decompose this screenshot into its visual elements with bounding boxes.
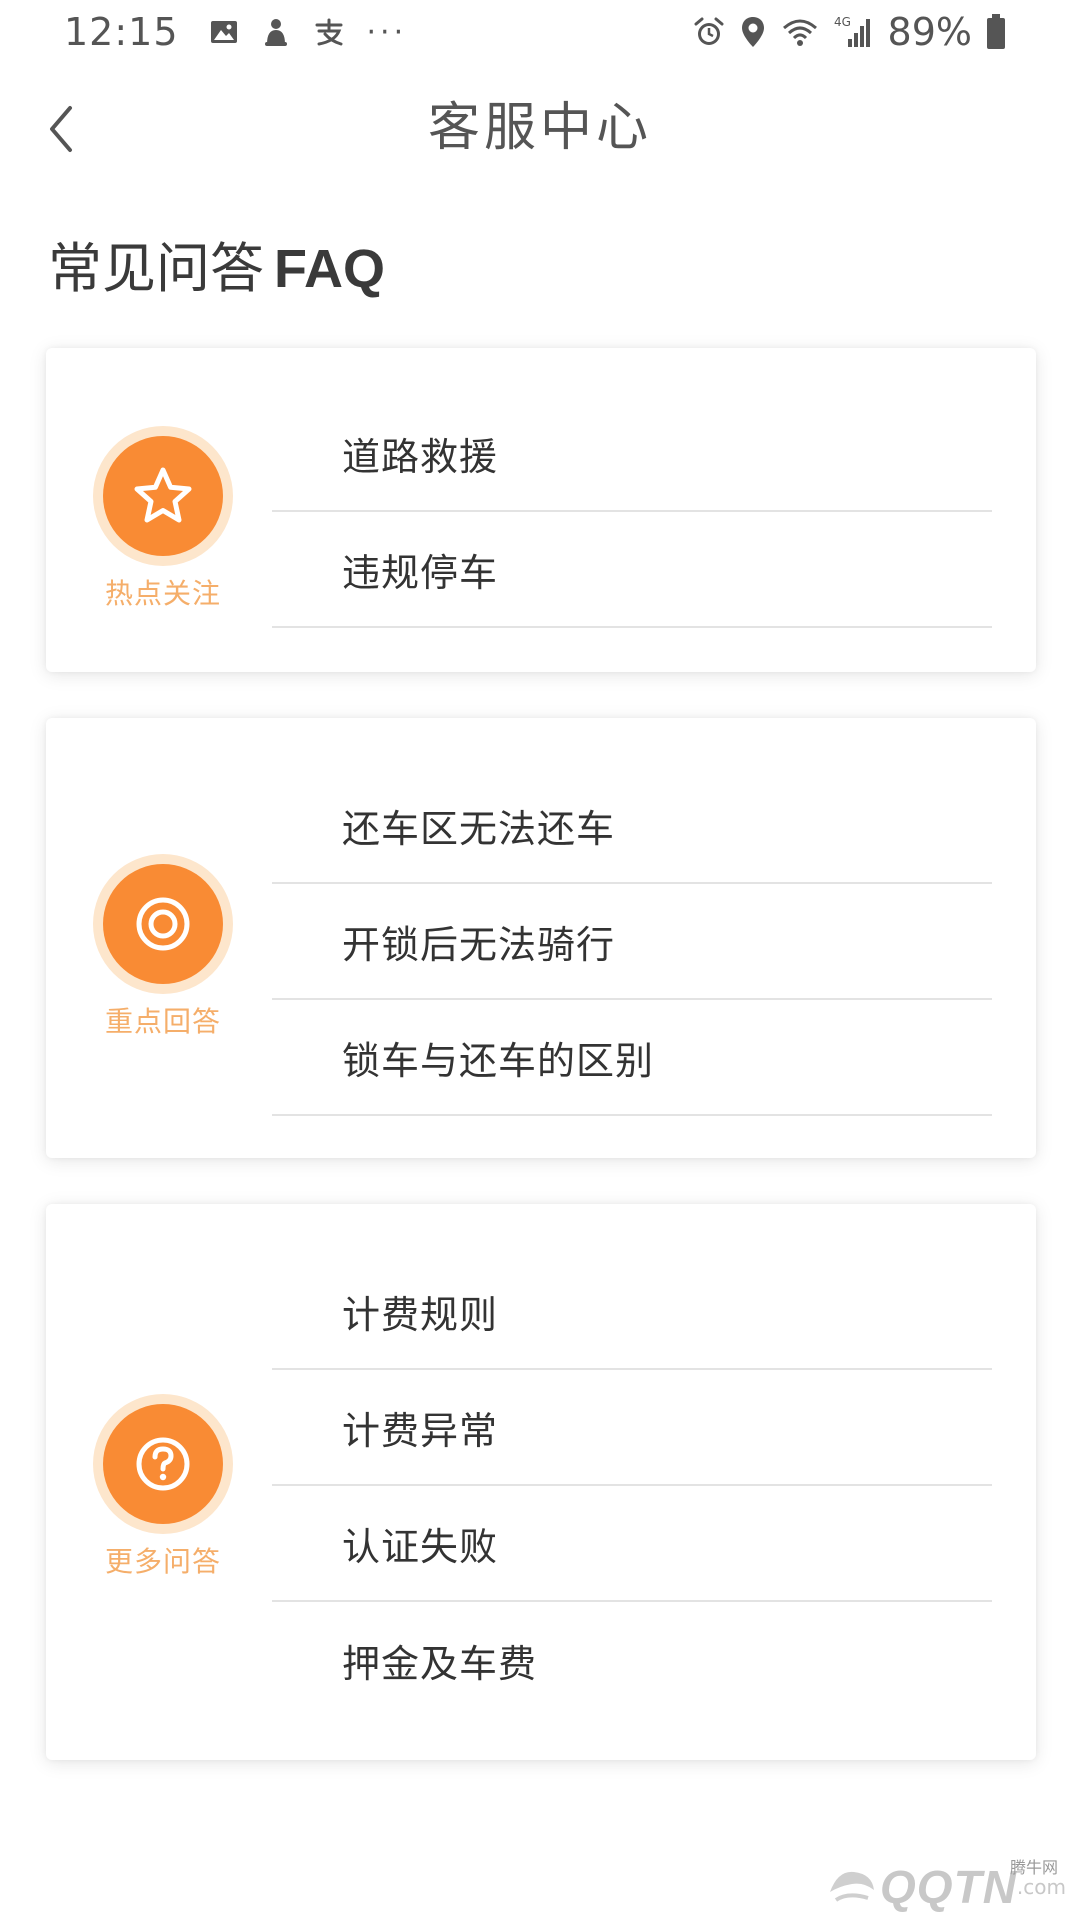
customer-service-page: 12:15 ··· 4G 89% 客服中心 常见问答 FAQ 热点关注 道路救援… [0,0,1080,1920]
battery-icon [986,14,1006,50]
alipay-icon [313,17,345,47]
faq-item-lock-vs-return[interactable]: 锁车与还车的区别 [272,1000,992,1116]
faq-item-billing-error[interactable]: 计费异常 [272,1370,992,1486]
watermark-suffix: .com [1016,1875,1066,1899]
header: 客服中心 [0,88,1080,168]
alarm-icon [692,15,726,49]
faq-item-road-rescue[interactable]: 道路救援 [272,396,992,512]
signal-4g-icon: 4G [834,15,874,49]
more-dots-icon: ··· [366,14,408,50]
badge-label-hot: 热点关注 [104,577,221,610]
star-icon [134,467,192,523]
faq-card-hot: 热点关注 道路救援 违规停车 [46,348,1036,672]
faq-item-illegal-parking[interactable]: 违规停车 [272,512,992,628]
badge-ring [93,426,233,566]
faq-item-cannot-return[interactable]: 还车区无法还车 [272,768,992,884]
watermark: QQTN .com 腾牛网 [824,1858,1066,1914]
badge-ring [93,854,233,994]
status-right: 4G 89% [692,10,1020,54]
badge-circle [103,864,223,984]
watermark-logo-icon [830,1871,875,1902]
location-icon [740,15,766,49]
faq-heading-cn: 常见问答 [48,237,264,300]
badge-circle [103,1404,223,1524]
status-left: 12:15 ··· [64,10,429,54]
target-icon [136,897,190,951]
faq-card-more: 更多问答 计费规则 计费异常 认证失败 押金及车费 [46,1204,1036,1760]
faq-heading: 常见问答 FAQ [48,236,385,302]
badge-hot[interactable]: 热点关注 [88,426,238,612]
app-icon [261,16,291,48]
badge-ring [93,1394,233,1534]
wifi-icon [780,16,820,48]
badge-label-key: 重点回答 [104,1005,221,1038]
status-time: 12:15 [64,10,179,54]
watermark-small: 腾牛网 [1009,1858,1058,1877]
faq-list-hot: 道路救援 违规停车 [272,396,992,628]
network-type: 4G [834,15,851,29]
faq-heading-en: FAQ [274,239,386,299]
badge-label-more: 更多问答 [104,1545,221,1578]
battery-percent: 89% [887,10,972,54]
question-icon [136,1437,190,1491]
faq-list-more: 计费规则 计费异常 认证失败 押金及车费 [272,1254,992,1718]
faq-item-deposit-fees[interactable]: 押金及车费 [272,1602,992,1718]
gallery-icon [209,17,239,47]
faq-item-billing-rules[interactable]: 计费规则 [272,1254,992,1370]
badge-more[interactable]: 更多问答 [88,1394,238,1580]
faq-card-key: 重点回答 还车区无法还车 开锁后无法骑行 锁车与还车的区别 [46,718,1036,1158]
badge-key[interactable]: 重点回答 [88,854,238,1040]
watermark-text: QQTN [880,1861,1017,1913]
status-bar: 12:15 ··· 4G 89% [0,0,1080,64]
faq-item-verification-failed[interactable]: 认证失败 [272,1486,992,1602]
badge-circle [103,436,223,556]
faq-item-cannot-ride[interactable]: 开锁后无法骑行 [272,884,992,1000]
page-title: 客服中心 [427,98,652,158]
faq-list-key: 还车区无法还车 开锁后无法骑行 锁车与还车的区别 [272,768,992,1116]
